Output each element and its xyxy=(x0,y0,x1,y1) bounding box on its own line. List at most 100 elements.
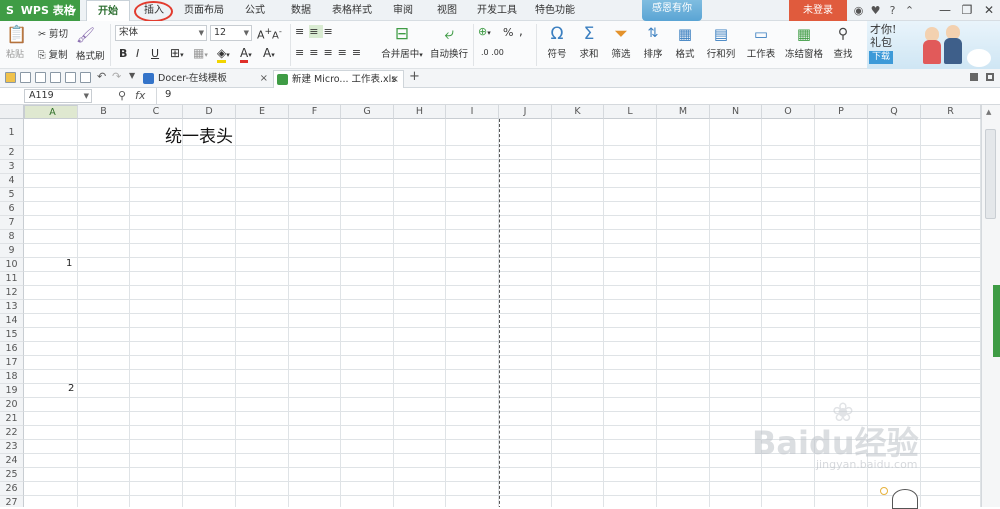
help-icon[interactable]: ? xyxy=(884,0,901,21)
row-header-14[interactable]: 14 xyxy=(0,314,24,328)
formula-input[interactable]: 9 xyxy=(165,89,171,100)
font-color-button[interactable]: A▾ xyxy=(240,46,252,63)
freeze-panes-button[interactable]: ▦ 冻结窗格 xyxy=(784,24,824,60)
filter-button[interactable]: ⏷ 筛选 xyxy=(606,24,636,60)
row-header-4[interactable]: 4 xyxy=(0,174,24,188)
row-header-27[interactable]: 27 xyxy=(0,496,24,507)
fullscreen-icon[interactable] xyxy=(986,73,994,81)
shirt-icon[interactable]: ♥ xyxy=(867,0,884,21)
column-header-i[interactable]: I xyxy=(446,105,499,119)
font-size-select[interactable]: 12 ▼ xyxy=(210,25,252,41)
scrollbar-thumb[interactable] xyxy=(985,129,996,219)
paste-button[interactable]: 📋 粘贴 xyxy=(6,25,27,60)
grow-font-button[interactable]: A+ xyxy=(257,26,272,42)
column-header-a[interactable]: A xyxy=(24,105,78,119)
tab-table-style[interactable]: 表格样式 xyxy=(330,0,374,21)
column-header-d[interactable]: D xyxy=(183,105,236,119)
column-header-q[interactable]: Q xyxy=(868,105,921,119)
tab-special[interactable]: 特色功能 xyxy=(532,0,578,21)
column-header-l[interactable]: L xyxy=(604,105,657,119)
row-header-7[interactable]: 7 xyxy=(0,216,24,230)
clear-format-button[interactable]: A▾ xyxy=(263,46,275,60)
percent-button[interactable]: % xyxy=(503,26,513,39)
underline-button[interactable]: U xyxy=(151,47,159,60)
column-header-e[interactable]: E xyxy=(236,105,289,119)
redo-icon[interactable]: ↷ xyxy=(112,70,121,83)
worksheet-button[interactable]: ▭ 工作表 xyxy=(743,24,779,60)
export-icon[interactable] xyxy=(35,72,46,83)
print-preview-icon[interactable] xyxy=(65,72,76,83)
row-header-22[interactable]: 22 xyxy=(0,426,24,440)
tab-home[interactable]: 开始 xyxy=(86,0,130,21)
row-header-13[interactable]: 13 xyxy=(0,300,24,314)
find-button[interactable]: ⚲ 查找 xyxy=(828,24,858,60)
row-header-24[interactable]: 24 xyxy=(0,454,24,468)
tab-review[interactable]: 审阅 xyxy=(388,0,418,21)
row-header-11[interactable]: 11 xyxy=(0,272,24,286)
copy-button[interactable]: ⎘ 复制 xyxy=(38,47,68,61)
side-panel-toggle[interactable] xyxy=(993,285,1000,357)
doc-tab-workbook[interactable]: 新建 Micro... 工作表.xls × xyxy=(273,70,404,88)
italic-button[interactable]: I xyxy=(136,47,139,60)
row-header-3[interactable]: 3 xyxy=(0,160,24,174)
tab-page-layout[interactable]: 页面布局 xyxy=(182,0,226,21)
row-header-16[interactable]: 16 xyxy=(0,342,24,356)
doc-tab-docer[interactable]: Docer-在线模板 × xyxy=(140,70,272,88)
cell-style-button[interactable]: ▦▾ xyxy=(193,46,208,60)
select-all-corner[interactable] xyxy=(0,105,24,119)
column-header-p[interactable]: P xyxy=(815,105,868,119)
restore-icon[interactable]: ❐ xyxy=(956,0,978,21)
customize-toolbar-icon[interactable]: ▼ xyxy=(129,71,135,80)
undo-icon[interactable]: ↶ xyxy=(97,70,106,83)
login-button[interactable]: 未登录 xyxy=(789,0,847,21)
row-header-9[interactable]: 9 xyxy=(0,244,24,258)
row-header-25[interactable]: 25 xyxy=(0,468,24,482)
minimize-icon[interactable]: — xyxy=(934,0,956,21)
name-box[interactable]: A119 ▼ xyxy=(24,89,92,103)
increase-decimal-button[interactable]: .0 .00 xyxy=(481,48,504,57)
app-menu-button[interactable]: S WPS 表格 ▾ xyxy=(0,0,80,21)
bold-button[interactable]: B xyxy=(119,47,127,60)
column-header-n[interactable]: N xyxy=(710,105,762,119)
close-tab-icon[interactable]: × xyxy=(260,70,268,87)
new-tab-button[interactable]: + xyxy=(409,69,420,84)
cell-c1-title[interactable]: 统一表头 xyxy=(165,122,233,147)
format-button[interactable]: ▦ 格式 xyxy=(670,24,700,60)
save-icon[interactable] xyxy=(20,72,31,83)
number-format-button[interactable]: ⊕▾ xyxy=(478,25,491,38)
column-header-c[interactable]: C xyxy=(130,105,183,119)
column-header-r[interactable]: R xyxy=(921,105,981,119)
close-icon[interactable]: ✕ xyxy=(978,0,1000,21)
font-name-select[interactable]: 宋体 ▼ xyxy=(115,25,207,41)
format-painter-button[interactable]: 🖌 格式刷 xyxy=(76,25,105,62)
scroll-up-icon[interactable]: ▲ xyxy=(986,108,991,116)
open-folder-icon[interactable] xyxy=(5,72,16,83)
tab-data[interactable]: 数据 xyxy=(286,0,316,21)
horizontal-align-group[interactable]: ≡≡≡≡≡ xyxy=(295,46,366,59)
row-header-12[interactable]: 12 xyxy=(0,286,24,300)
row-header-5[interactable]: 5 xyxy=(0,188,24,202)
shrink-font-button[interactable]: A- xyxy=(272,26,282,41)
row-header-17[interactable]: 17 xyxy=(0,356,24,370)
row-header-20[interactable]: 20 xyxy=(0,398,24,412)
row-header-26[interactable]: 26 xyxy=(0,482,24,496)
row-col-button[interactable]: ▤ 行和列 xyxy=(703,24,739,60)
border-button[interactable]: ⊞▾ xyxy=(170,46,184,60)
column-header-j[interactable]: J xyxy=(499,105,552,119)
download-button[interactable]: 下载 xyxy=(869,51,893,64)
column-header-h[interactable]: H xyxy=(394,105,446,119)
row-header-18[interactable]: 18 xyxy=(0,370,24,384)
comma-button[interactable]: , xyxy=(519,24,523,38)
symbol-button[interactable]: Ω 符号 xyxy=(542,24,572,60)
promo-banner[interactable]: 才你! 礼包 下载 xyxy=(867,21,1000,69)
row-header-6[interactable]: 6 xyxy=(0,202,24,216)
row-header-2[interactable]: 2 xyxy=(0,146,24,160)
wrap-text-button[interactable]: ⤶ 自动换行 xyxy=(429,24,469,60)
thanks-banner[interactable]: 感恩有你 xyxy=(642,0,702,21)
close-tab-icon[interactable]: × xyxy=(391,71,399,88)
fx-icon[interactable]: fx xyxy=(135,89,145,102)
column-header-g[interactable]: G xyxy=(341,105,394,119)
column-header-o[interactable]: O xyxy=(762,105,815,119)
fill-color-button[interactable]: ◈▾ xyxy=(217,46,230,63)
tab-developer[interactable]: 开发工具 xyxy=(474,0,520,21)
